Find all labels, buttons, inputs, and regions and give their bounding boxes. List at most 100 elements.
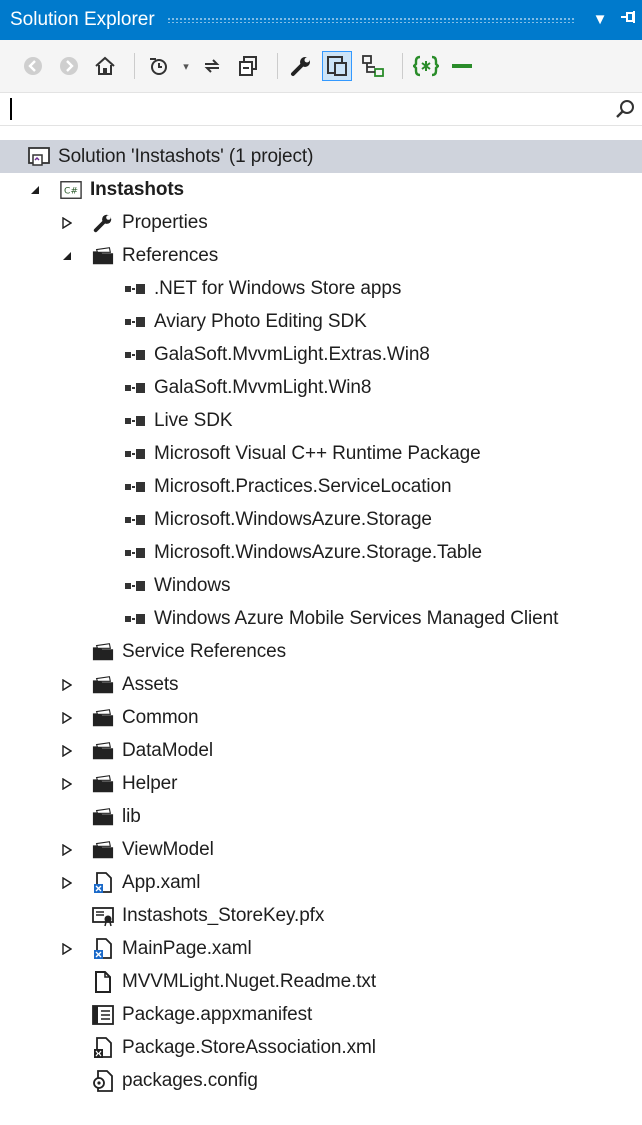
solution-explorer-window: Solution Explorer ▼ ▾ Solution 'Instasho…	[0, 0, 642, 1125]
folder-icon	[92, 707, 114, 729]
collapsed-arrow-icon[interactable]	[60, 843, 74, 857]
tree-row-reference[interactable]: GalaSoft.MvvmLight.Extras.Win8	[0, 338, 642, 371]
tree-row-folder[interactable]: Common	[0, 701, 642, 734]
properties-wrench-icon[interactable]	[286, 51, 316, 81]
reference-label: Microsoft Visual C++ Runtime Package	[154, 442, 481, 464]
folder-label: lib	[122, 805, 141, 827]
tree-row-folder[interactable]: lib	[0, 800, 642, 833]
references-folder-icon	[92, 245, 114, 267]
collapsed-arrow-icon[interactable]	[60, 678, 74, 692]
collapsed-arrow-icon[interactable]	[60, 777, 74, 791]
reference-label: Microsoft.Practices.ServiceLocation	[154, 475, 452, 497]
collapsed-arrow-icon[interactable]	[60, 744, 74, 758]
reference-label: Microsoft.WindowsAzure.Storage	[154, 508, 432, 530]
folder-label: Helper	[122, 772, 178, 794]
reference-label: GalaSoft.MvvmLight.Extras.Win8	[154, 343, 430, 365]
preview-selected-icon[interactable]	[322, 51, 352, 81]
file-label: Instashots_StoreKey.pfx	[122, 904, 325, 926]
collapsed-arrow-icon[interactable]	[60, 876, 74, 890]
reference-label: GalaSoft.MvvmLight.Win8	[154, 376, 372, 398]
tree-row-folder[interactable]: Helper	[0, 767, 642, 800]
forward-icon[interactable]	[54, 51, 84, 81]
project-label: Instashots	[90, 178, 185, 200]
folder-icon	[92, 674, 114, 696]
tree-row-file[interactable]: Package.StoreAssociation.xml	[0, 1031, 642, 1064]
wrench-icon	[92, 212, 114, 234]
toolbar-separator	[277, 53, 278, 79]
tree-row-reference[interactable]: Windows	[0, 569, 642, 602]
certificate-file-icon	[92, 905, 114, 927]
tree-row-folder[interactable]: Assets	[0, 668, 642, 701]
tree-row-reference[interactable]: Microsoft.WindowsAzure.Storage.Table	[0, 536, 642, 569]
xaml-icon[interactable]	[411, 51, 441, 81]
toolbar: ▾	[0, 40, 642, 92]
tree-row-project[interactable]: C# Instashots	[0, 173, 642, 206]
reference-label: .NET for Windows Store apps	[154, 277, 402, 299]
tree-row-properties[interactable]: Properties	[0, 206, 642, 239]
pending-changes-icon[interactable]	[143, 51, 173, 81]
tree-row-reference[interactable]: .NET for Windows Store apps	[0, 272, 642, 305]
tree-row-folder[interactable]: ViewModel	[0, 833, 642, 866]
collapsed-arrow-icon[interactable]	[60, 942, 74, 956]
home-icon[interactable]	[90, 51, 120, 81]
back-icon[interactable]	[18, 51, 48, 81]
window-title: Solution Explorer	[10, 9, 155, 30]
search-icon[interactable]	[614, 98, 636, 120]
tree-row-reference[interactable]: Microsoft Visual C++ Runtime Package	[0, 437, 642, 470]
solution-icon	[28, 146, 50, 168]
expanded-arrow-icon[interactable]	[28, 183, 42, 197]
file-label: MVVMLight.Nuget.Readme.txt	[122, 970, 377, 992]
sync-icon[interactable]	[197, 51, 227, 81]
tree-row-reference[interactable]: Windows Azure Mobile Services Managed Cl…	[0, 602, 642, 635]
tree-row-references[interactable]: References	[0, 239, 642, 272]
tree-row-reference[interactable]: Aviary Photo Editing SDK	[0, 305, 642, 338]
tree-row-reference[interactable]: GalaSoft.MvvmLight.Win8	[0, 371, 642, 404]
tree-row-file[interactable]: MVVMLight.Nuget.Readme.txt	[0, 965, 642, 998]
tree-row-solution[interactable]: Solution 'Instashots' (1 project)	[0, 140, 642, 173]
folder-icon	[92, 839, 114, 861]
search-input[interactable]	[8, 96, 602, 124]
tree-row-reference[interactable]: Microsoft.WindowsAzure.Storage	[0, 503, 642, 536]
window-menu-dropdown-icon[interactable]: ▼	[586, 0, 614, 40]
collapsed-arrow-icon[interactable]	[60, 711, 74, 725]
minus-icon[interactable]	[447, 51, 477, 81]
file-label: packages.config	[122, 1069, 258, 1091]
file-label: Package.StoreAssociation.xml	[122, 1036, 376, 1058]
tree-row-file[interactable]: Instashots_StoreKey.pfx	[0, 899, 642, 932]
expanded-arrow-icon[interactable]	[60, 249, 74, 263]
file-label: MainPage.xaml	[122, 937, 252, 959]
assembly-reference-icon	[124, 344, 146, 366]
assembly-reference-icon	[124, 443, 146, 465]
manifest-file-icon	[92, 1004, 114, 1026]
tree-row-file[interactable]: packages.config	[0, 1064, 642, 1097]
tree-row-folder[interactable]: DataModel	[0, 734, 642, 767]
folder-label: Common	[122, 706, 199, 728]
folder-icon	[92, 740, 114, 762]
reference-label: Windows	[154, 574, 231, 596]
solution-label: Solution 'Instashots' (1 project)	[58, 145, 314, 167]
collapse-all-icon[interactable]	[233, 51, 263, 81]
tree-row-file[interactable]: App.xaml	[0, 866, 642, 899]
class-view-icon[interactable]	[358, 51, 388, 81]
assembly-reference-icon	[124, 509, 146, 531]
config-file-icon	[92, 1069, 114, 1092]
search-bar	[0, 92, 642, 126]
folder-icon	[92, 641, 114, 663]
title-bar: Solution Explorer ▼	[0, 0, 642, 40]
pending-changes-dropdown-icon[interactable]: ▾	[179, 51, 193, 81]
assembly-reference-icon	[124, 410, 146, 432]
tree-row-folder[interactable]: Service References	[0, 635, 642, 668]
tree-row-file[interactable]: Package.appxmanifest	[0, 998, 642, 1031]
tree-row-reference[interactable]: Live SDK	[0, 404, 642, 437]
tree-row-reference[interactable]: Microsoft.Practices.ServiceLocation	[0, 470, 642, 503]
tree-row-file[interactable]: MainPage.xaml	[0, 932, 642, 965]
title-grip[interactable]	[166, 17, 574, 23]
text-file-icon	[92, 970, 114, 993]
assembly-reference-icon	[124, 278, 146, 300]
auto-hide-pin-icon[interactable]	[614, 0, 642, 40]
reference-label: Live SDK	[154, 409, 233, 431]
folder-label: DataModel	[122, 739, 213, 761]
csharp-badge: C#	[64, 185, 78, 196]
references-label: References	[122, 244, 219, 266]
collapsed-arrow-icon[interactable]	[60, 216, 74, 230]
